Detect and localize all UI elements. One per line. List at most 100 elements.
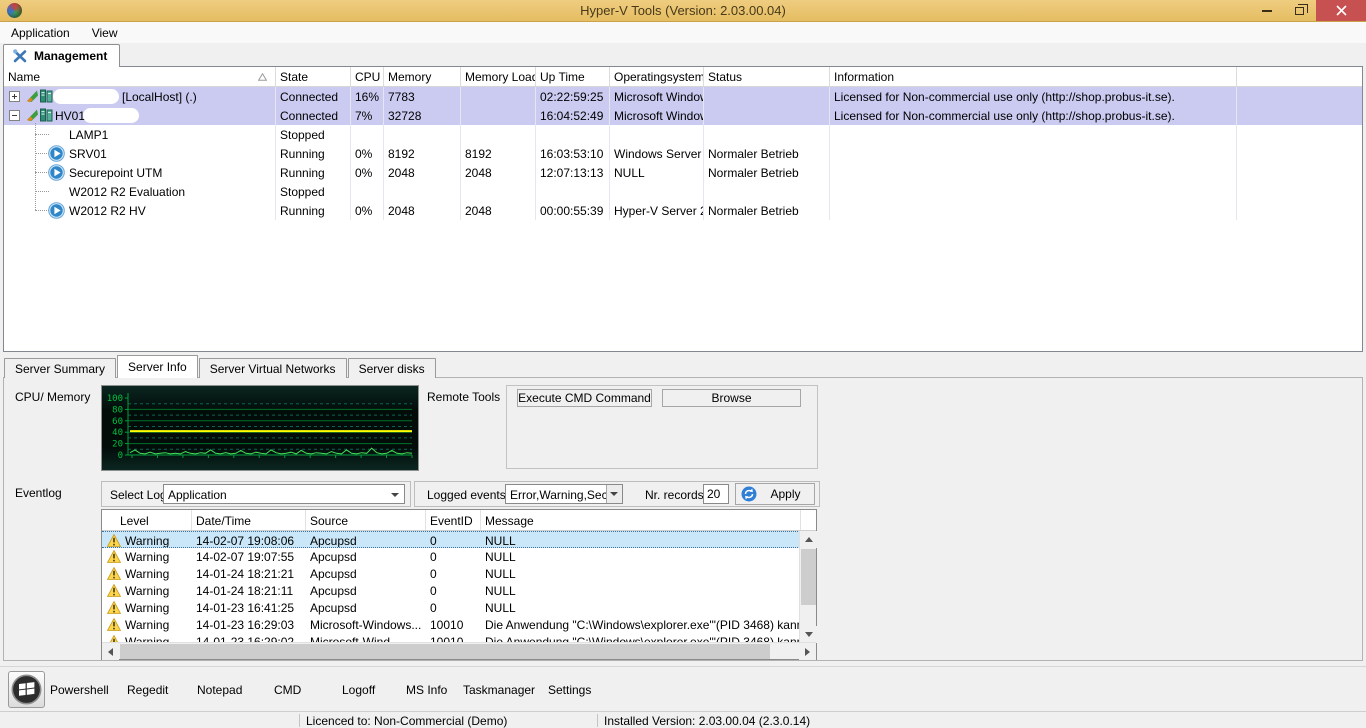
tree-branch-line: [35, 172, 49, 173]
event-level-cell: Warning: [102, 582, 192, 599]
warning-icon: [107, 618, 121, 631]
tab-server-disks[interactable]: Server disks: [347, 358, 436, 378]
column-header-cpu[interactable]: CPU: [351, 67, 384, 86]
event-row[interactable]: Warning 14-01-23 16:41:25 Apcupsd 0 NULL: [102, 599, 816, 616]
server-row-hv01[interactable]: HV01 Connected 7% 32728 16:04:52:49 Microsoft…: [4, 106, 1362, 125]
event-row[interactable]: Warning 14-02-07 19:07:55 Apcupsd 0 NULL: [102, 548, 816, 565]
detail-tabs: Server Summary Server Info Server Virtual …: [4, 355, 437, 378]
toolbar-link-notepad[interactable]: Notepad: [197, 683, 242, 697]
server-name-cell: [LocalHost] (.): [4, 87, 276, 106]
licence-status: Licenced to: Non-Commercial (Demo): [306, 714, 508, 728]
server-cell-operatingsystem: Microsoft Windows 8: [610, 87, 704, 106]
server-row-srv01[interactable]: SRV01 Running 0% 8192 8192 16:03:53:10 Windows…: [4, 144, 1362, 163]
server-name-cell: LAMP1: [4, 125, 276, 144]
event-cell-source: Apcupsd: [310, 601, 357, 615]
tab-server-virtual-networks[interactable]: Server Virtual Networks: [198, 358, 347, 378]
event-cell-datetime: 14-02-07 19:08:06: [196, 534, 295, 547]
arrow-left-icon: [108, 647, 113, 656]
logged-events-dropdown[interactable]: Error,Warning,Secu: [505, 484, 623, 504]
column-header-memory[interactable]: Memory: [384, 67, 461, 86]
browse-button[interactable]: Browse: [662, 389, 801, 407]
toolbar-link-taskmanager[interactable]: Taskmanager: [463, 683, 535, 697]
column-header-up-time[interactable]: Up Time: [536, 67, 610, 86]
event-cell-event_id: 10010: [430, 618, 464, 632]
toolbar-link-logoff[interactable]: Logoff: [342, 683, 375, 697]
dropdown-arrow-button[interactable]: [606, 485, 622, 503]
nr-records-input[interactable]: [703, 484, 729, 504]
server-cell-state: Connected: [276, 106, 351, 125]
event-column-header-source[interactable]: Source: [306, 510, 426, 530]
server-cell-information: Licensed for Non-commercial use only (ht…: [830, 87, 1237, 106]
arrow-down-icon: [804, 632, 813, 637]
event-column-header-eventid[interactable]: EventID: [426, 510, 481, 530]
event-row[interactable]: Warning 14-01-23 16:29:03 Microsoft-Window…: [102, 616, 816, 633]
server-name-cell: HV01: [4, 106, 276, 125]
scroll-left-button[interactable]: [102, 643, 119, 660]
server-row-securepoint-utm[interactable]: Securepoint UTM Running 0% 2048 2048 12:07:13…: [4, 163, 1362, 182]
server-cell-information: [830, 182, 1237, 201]
execute-cmd-command-button[interactable]: Execute CMD Command: [517, 389, 652, 407]
scroll-down-button[interactable]: [800, 626, 817, 643]
expand-collapsed-icon[interactable]: [9, 91, 20, 102]
event-column-header-level[interactable]: Level: [102, 510, 192, 530]
server-cell-operatingsystem: Microsoft Windows S: [610, 106, 704, 125]
event-cell-message: Die Anwendung "C:\Windows\explorer.exe'"…: [485, 618, 801, 632]
scroll-right-button[interactable]: [799, 643, 816, 660]
restore-button[interactable]: [1284, 0, 1314, 21]
server-row-w2012-r2-evaluation[interactable]: W2012 R2 Evaluation Stopped: [4, 182, 1362, 201]
column-header-status[interactable]: Status: [704, 67, 830, 86]
minimize-button[interactable]: [1252, 0, 1282, 21]
server-cell-memory: 2048: [384, 201, 461, 220]
vertical-scrollbar-thumb[interactable]: [801, 549, 816, 605]
server-row-localhost[interactable]: [LocalHost] (.) Connected 16% 7783 02:22:59:…: [4, 87, 1362, 106]
toolbar-link-cmd[interactable]: CMD: [274, 683, 301, 697]
menu-bar: Application View: [0, 22, 1366, 43]
server-cell-operatingsystem: [610, 182, 704, 201]
event-level-cell: Warning: [102, 548, 192, 565]
menu-item-view[interactable]: View: [81, 22, 129, 43]
select-log-dropdown[interactable]: Application: [163, 484, 405, 504]
remote-tools-label: Remote Tools: [427, 390, 501, 404]
toolbar-link-regedit[interactable]: Regedit: [127, 683, 168, 697]
status-separator: [299, 714, 300, 727]
server-row-lamp1[interactable]: LAMP1 Stopped: [4, 125, 1362, 144]
horizontal-scrollbar-thumb[interactable]: [120, 644, 770, 659]
event-column-header-message[interactable]: Message: [481, 510, 801, 530]
event-row[interactable]: Warning 14-01-24 18:21:11 Apcupsd 0 NULL: [102, 582, 816, 599]
event-cell-datetime: 14-01-23 16:41:25: [196, 601, 295, 615]
toolbar-link-settings[interactable]: Settings: [548, 683, 591, 697]
apply-button[interactable]: Apply: [735, 483, 815, 505]
expand-expanded-icon[interactable]: [9, 110, 20, 121]
event-column-header-date-time[interactable]: Date/Time: [192, 510, 306, 530]
server-cell-memory-load: [461, 182, 536, 201]
event-level-label: Warning: [125, 601, 170, 615]
column-header-memory-load[interactable]: Memory Load: [461, 67, 536, 86]
event-cell-event_id: 0: [430, 601, 437, 615]
horizontal-scrollbar[interactable]: [102, 642, 816, 660]
toolbar-link-ms-info[interactable]: MS Info: [406, 683, 447, 697]
tab-server-summary[interactable]: Server Summary: [4, 358, 117, 378]
tab-management[interactable]: Management: [3, 44, 121, 67]
event-row[interactable]: Warning 14-02-07 19:08:06 Apcupsd 0 NULL: [102, 531, 816, 548]
event-level-label: Warning: [125, 550, 170, 564]
close-button[interactable]: [1316, 0, 1366, 21]
server-cell-cpu: 16%: [351, 87, 384, 106]
select-log-label: Select Log: [110, 488, 167, 502]
event-cell-datetime: 14-01-24 18:21:21: [196, 567, 295, 581]
windows-start-button[interactable]: [8, 671, 45, 708]
event-level-cell: Warning: [102, 616, 192, 633]
event-row[interactable]: Warning 14-01-24 18:21:21 Apcupsd 0 NULL: [102, 565, 816, 582]
server-cell-state: Running: [276, 163, 351, 182]
menu-item-application[interactable]: Application: [0, 22, 81, 43]
server-cell-information: Licensed for Non-commercial use only (ht…: [830, 106, 1237, 125]
column-header-state[interactable]: State: [276, 67, 351, 86]
vertical-scrollbar[interactable]: [799, 531, 817, 643]
scroll-up-button[interactable]: [800, 531, 817, 548]
toolbar-link-powershell[interactable]: Powershell: [50, 683, 109, 697]
server-row-w2012-r2-hv[interactable]: W2012 R2 HV Running 0% 2048 2048 00:00:55:39 H…: [4, 201, 1362, 220]
column-header-name[interactable]: Name: [4, 67, 276, 86]
column-header-operatingsystem[interactable]: Operatingsystem: [610, 67, 704, 86]
column-header-information[interactable]: Information: [830, 67, 1237, 86]
tab-server-info[interactable]: Server Info: [117, 355, 198, 378]
tab-management-label: Management: [34, 49, 108, 63]
